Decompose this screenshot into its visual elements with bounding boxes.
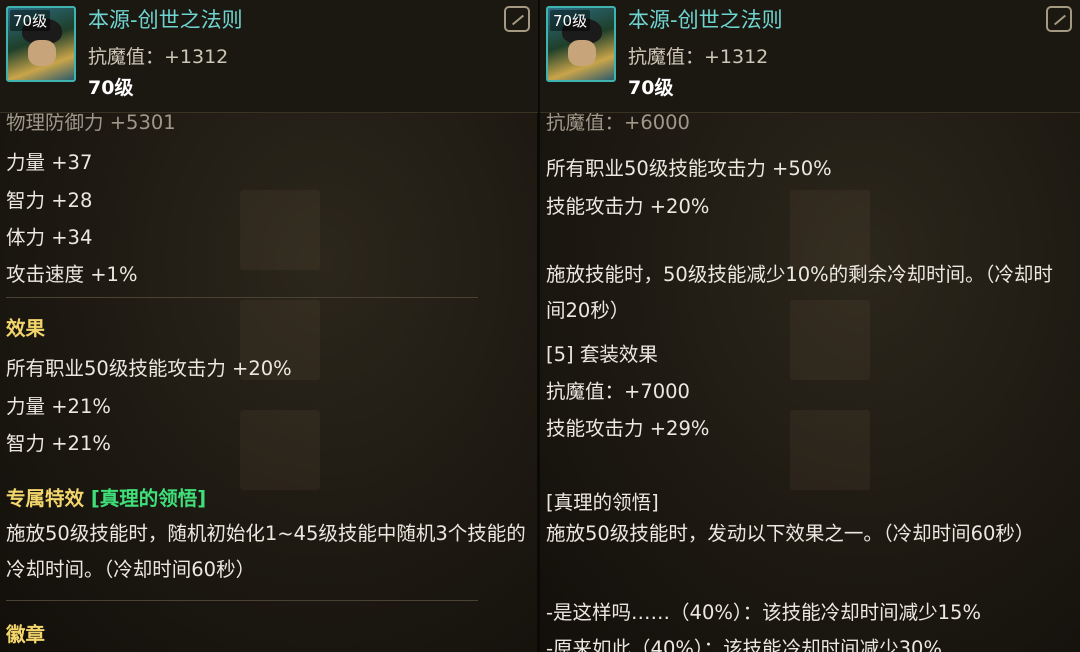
badge-heading: 徽章 bbox=[6, 623, 46, 646]
divider bbox=[6, 297, 478, 298]
item-name: 本源-创世之法则 bbox=[88, 8, 243, 32]
level-badge: 70级 bbox=[550, 10, 591, 31]
divider bbox=[6, 600, 478, 601]
item-header: 70级 本源-创世之法则 抗魔值：+1312 70级 bbox=[540, 0, 1080, 113]
item-level: 70级 bbox=[88, 77, 134, 99]
effect-line: 所有职业50级技能攻击力 +20% bbox=[6, 357, 292, 380]
item-body: 抗魔值：+6000 所有职业50级技能攻击力 +50% 技能攻击力 +20% 施… bbox=[540, 112, 1080, 652]
item-level: 70级 bbox=[628, 77, 674, 99]
effect-line: 力量 +21% bbox=[6, 395, 111, 418]
level-badge: 70级 bbox=[10, 10, 51, 31]
stat-line: 所有职业50级技能攻击力 +50% bbox=[546, 157, 832, 180]
item-name: 本源-创世之法则 bbox=[628, 8, 783, 32]
option-line: -原来如此（40%）：该技能冷却时间减少30% bbox=[546, 637, 942, 652]
effect-line: 智力 +21% bbox=[6, 432, 111, 455]
share-link-icon[interactable] bbox=[1046, 6, 1072, 32]
stat-line: 抗魔值：+6000 bbox=[546, 112, 690, 134]
option-line: -是这样吗……（40%）：该技能冷却时间减少15% bbox=[546, 601, 981, 624]
screenshot-root: 70级 本源-创世之法则 抗魔值：+1312 70级 物理防御力 +5301 力… bbox=[0, 0, 1080, 652]
item-icon[interactable]: 70级 bbox=[6, 6, 76, 82]
special-effect-heading: 专属特效 [真理的领悟] bbox=[6, 482, 206, 511]
set-effect-line: 抗魔值：+7000 bbox=[546, 380, 690, 403]
stat-line: 物理防御力 +5301 bbox=[6, 112, 176, 134]
stat-line: 体力 +34 bbox=[6, 226, 93, 249]
item-header: 70级 本源-创世之法则 抗魔值：+1312 70级 bbox=[0, 0, 538, 113]
set-effect-line: 技能攻击力 +29% bbox=[546, 417, 710, 440]
item-stat: 抗魔值：+1312 bbox=[628, 46, 769, 68]
stat-line: 技能攻击力 +20% bbox=[546, 195, 710, 218]
effect-heading: 效果 bbox=[6, 317, 46, 340]
item-tooltip-left: 70级 本源-创世之法则 抗魔值：+1312 70级 物理防御力 +5301 力… bbox=[0, 0, 538, 652]
stat-line: 攻击速度 +1% bbox=[6, 263, 138, 286]
special-effect-tag: [真理的领悟] bbox=[90, 487, 207, 510]
truth-text: 施放50级技能时，发动以下效果之一。（冷却时间60秒） bbox=[546, 522, 1035, 545]
special-effect-label: 专属特效 bbox=[6, 487, 85, 510]
stat-line: 智力 +28 bbox=[6, 189, 93, 212]
special-effect-text: 施放50级技能时，随机初始化1~45级技能中随机3个技能的冷却时间。（冷却时间6… bbox=[6, 522, 526, 581]
item-icon[interactable]: 70级 bbox=[546, 6, 616, 82]
truth-header: [真理的领悟] bbox=[546, 491, 659, 514]
item-body: 物理防御力 +5301 力量 +37 智力 +28 体力 +34 攻击速度 +1… bbox=[0, 112, 538, 652]
stat-line: 力量 +37 bbox=[6, 151, 93, 174]
item-stat: 抗魔值：+1312 bbox=[88, 46, 229, 68]
share-link-icon[interactable] bbox=[504, 6, 530, 32]
skill-effect-text: 施放技能时，50级技能减少10%的剩余冷却时间。（冷却时间20秒） bbox=[546, 263, 1053, 322]
item-tooltip-right: 70级 本源-创世之法则 抗魔值：+1312 70级 抗魔值：+6000 所有职… bbox=[540, 0, 1080, 652]
set-effect-header: [5] 套装效果 bbox=[546, 343, 658, 366]
